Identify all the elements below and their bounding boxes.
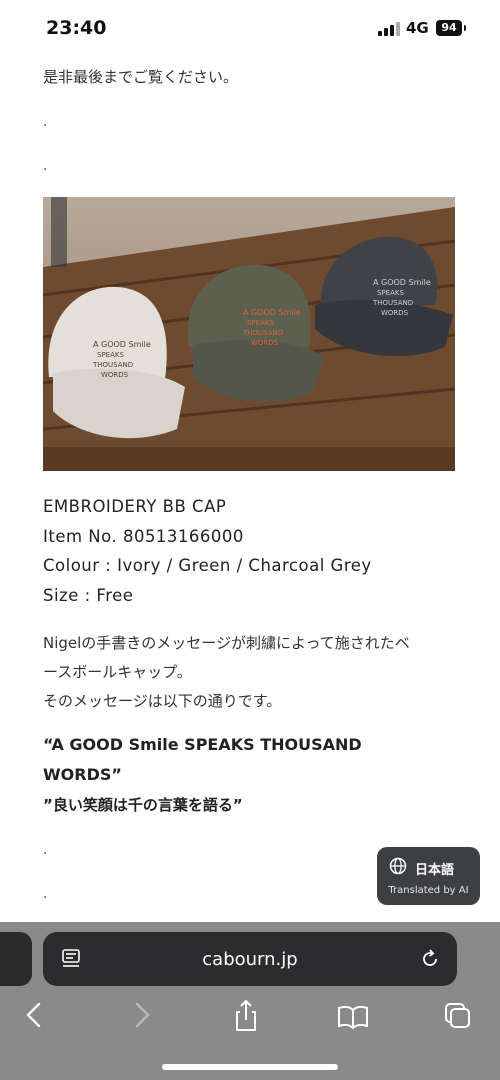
intro-text: 是非最後までご覧ください。 <box>43 68 239 86</box>
forward-button[interactable] <box>122 998 162 1034</box>
separator-dot: . <box>43 114 48 130</box>
quote-english-continued: WORDS” <box>43 765 122 784</box>
clock: 23:40 <box>46 17 107 39</box>
chevron-right-icon <box>135 1002 150 1028</box>
status-bar: 23:40 4G 94 <box>0 0 500 56</box>
book-icon <box>338 1005 368 1030</box>
cap-embroidery-text: THOUSAND <box>242 329 283 337</box>
cap-embroidery-text: A GOOD Smile <box>373 278 431 287</box>
separator-dot: . <box>43 158 48 174</box>
share-button[interactable] <box>226 998 266 1034</box>
colour-info: Colour : Ivory / Green / Charcoal Grey <box>43 556 372 575</box>
share-icon <box>236 999 256 1031</box>
back-button[interactable] <box>14 998 54 1034</box>
tabs-icon <box>445 1003 470 1028</box>
network-type: 4G <box>406 19 429 37</box>
cellular-signal-icon <box>378 22 400 36</box>
cap-embroidery-text: SPEAKS <box>377 289 404 297</box>
product-name: EMBROIDERY BB CAP <box>43 497 227 516</box>
translation-badge[interactable]: 日本語 Translated by AI <box>377 847 480 905</box>
reload-icon[interactable] <box>419 948 441 970</box>
quote-english: “A GOOD Smile SPEAKS THOUSAND <box>43 735 362 754</box>
description-line: ースボールキャップ。 <box>43 663 192 681</box>
translation-language: 日本語 <box>415 863 455 878</box>
item-number: Item No. 80513166000 <box>43 527 244 546</box>
quote-japanese: ”良い笑顔は千の言葉を語る” <box>43 796 243 814</box>
cap-embroidery-text: THOUSAND <box>92 361 133 369</box>
cap-embroidery-text: WORDS <box>251 339 279 347</box>
chevron-left-icon <box>26 1002 41 1028</box>
cap-embroidery-text: WORDS <box>381 309 409 317</box>
cap-embroidery-text: SPEAKS <box>97 351 124 359</box>
cap-embroidery-text: A GOOD Smile <box>243 308 301 317</box>
size-info: Size : Free <box>43 586 134 605</box>
cap-embroidery-text: SPEAKS <box>247 319 274 327</box>
translation-caption: Translated by AI <box>388 885 469 896</box>
battery-icon: 94 <box>436 20 466 36</box>
product-photo: A GOOD Smile SPEAKS THOUSAND WORDS A GOO… <box>43 197 455 471</box>
home-indicator[interactable] <box>162 1064 338 1070</box>
url-text: cabourn.jp <box>202 949 298 970</box>
bookmarks-button[interactable] <box>333 998 373 1034</box>
description-line: そのメッセージは以下の通りです。 <box>43 692 282 710</box>
cap-embroidery-text: A GOOD Smile <box>93 340 151 349</box>
separator-dot: . <box>43 842 48 858</box>
cap-embroidery-text: THOUSAND <box>372 299 413 307</box>
description-line: Nigelの手書きのメッセージが刺繍によって施されたベ <box>43 634 410 652</box>
globe-icon <box>389 857 407 875</box>
address-bar[interactable]: cabourn.jp <box>43 932 457 986</box>
previous-tab-card[interactable] <box>0 932 32 986</box>
separator-dot: . <box>43 886 48 902</box>
tabs-button[interactable] <box>438 998 478 1034</box>
cap-embroidery-text: WORDS <box>101 371 129 379</box>
